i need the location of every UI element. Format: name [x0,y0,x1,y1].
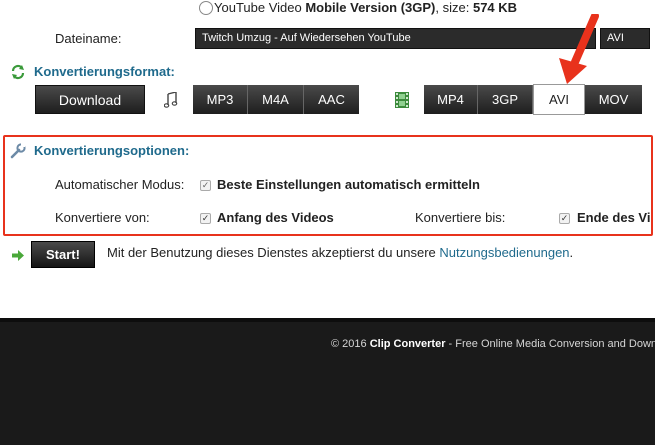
options-section-title: Konvertierungsoptionen: [34,143,190,158]
format-3gp-button[interactable]: 3GP [478,85,533,114]
red-arrow-annotation-icon [555,12,605,86]
convert-from-checkbox-label: Anfang des Videos [217,210,334,225]
mobile-version-radio[interactable] [199,1,213,15]
terms-text: Mit der Benutzung dieses Dienstes akzept… [107,245,574,260]
download-button[interactable]: Download [35,85,145,114]
footer-brand-link[interactable]: Clip Converter [370,338,446,350]
film-strip-icon [395,92,409,108]
green-arrow-icon [12,249,24,261]
refresh-icon [10,64,26,80]
mobile-version-option-text: YouTube Video Mobile Version (3GP), size… [214,0,518,15]
footer-copyright: © 2016 Clip Converter - Free Online Medi… [331,338,655,350]
filename-label: Dateiname: [55,31,122,46]
format-section-title: Konvertierungsformat: [34,64,175,79]
convert-to-checkbox-label: Ende des Vi [577,210,651,225]
terms-link[interactable]: Nutzungsbedienungen [439,245,569,260]
format-aac-button[interactable]: AAC [304,85,359,114]
filename-extension-field[interactable]: AVI [600,28,650,49]
format-mp4-button[interactable]: MP4 [424,85,478,114]
convert-from-checkbox[interactable]: ✓ [200,213,211,224]
convert-to-checkbox[interactable]: ✓ [559,213,570,224]
auto-mode-checkbox-label: Beste Einstellungen automatisch ermittel… [217,177,480,192]
wrench-icon [10,143,26,159]
auto-mode-label: Automatischer Modus: [55,177,185,192]
auto-mode-checkbox[interactable]: ✓ [200,180,211,191]
format-avi-button[interactable]: AVI [533,84,585,115]
music-note-icon [163,91,178,108]
format-m4a-button[interactable]: M4A [248,85,304,114]
format-mp3-button[interactable]: MP3 [193,85,248,114]
convert-to-label: Konvertiere bis: [415,210,506,225]
format-mov-button[interactable]: MOV [585,85,642,114]
start-button[interactable]: Start! [31,241,95,268]
convert-from-label: Konvertiere von: [55,210,150,225]
filename-input[interactable]: Twitch Umzug - Auf Wiedersehen YouTube [195,28,596,49]
